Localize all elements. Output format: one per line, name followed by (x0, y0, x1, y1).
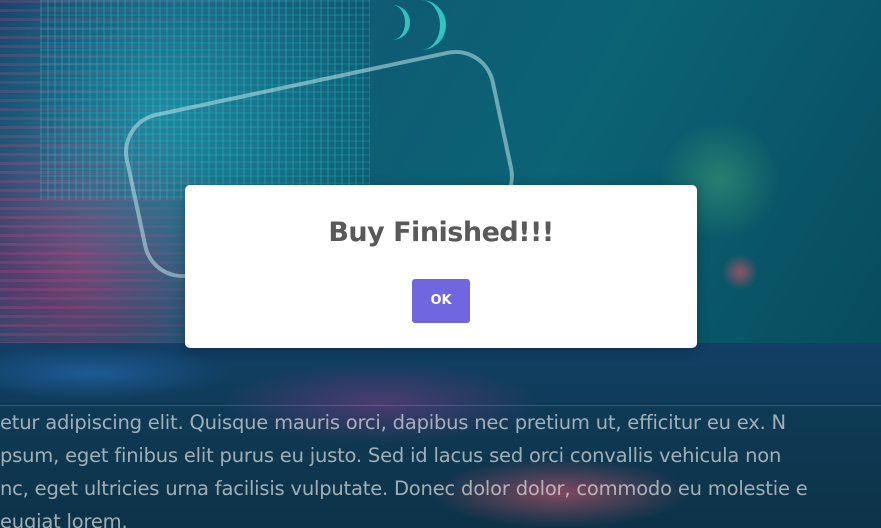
ok-button[interactable]: OK (412, 279, 470, 323)
body-line: nc, eget ultricies urna facilisis vulput… (0, 477, 808, 500)
body-line: eugiat lorem. (0, 510, 128, 528)
body-paragraph: etur adipiscing elit. Quisque mauris orc… (0, 406, 881, 528)
dialog-title: Buy Finished!!! (328, 217, 554, 248)
wifi-arc-inner-icon (365, 5, 410, 40)
alert-dialog: Buy Finished!!! OK (185, 185, 697, 348)
page: etur adipiscing elit. Quisque mauris orc… (0, 0, 881, 528)
body-line: psum, eget finibus elit purus eu justo. … (0, 444, 782, 467)
body-line: etur adipiscing elit. Quisque mauris orc… (0, 411, 786, 434)
